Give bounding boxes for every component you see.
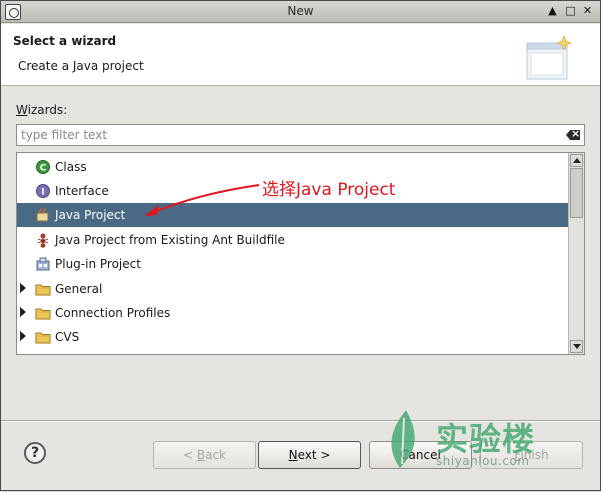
tree-item-java-project-ant[interactable]: Java Project from Existing Ant Buildfile xyxy=(17,228,568,252)
scroll-up-icon[interactable] xyxy=(570,154,583,167)
wizards-label: Wizards: xyxy=(16,103,68,117)
watermark-url: shiyanlou.com xyxy=(436,454,530,468)
watermark-leaf-icon xyxy=(391,410,415,468)
wizard-header: Select a wizard Create a Java project xyxy=(1,24,600,86)
expand-arrow-icon[interactable] xyxy=(20,283,26,293)
expand-arrow-icon[interactable] xyxy=(20,331,26,341)
tree-scrollbar[interactable] xyxy=(568,153,584,354)
scroll-thumb[interactable] xyxy=(570,168,583,218)
new-wizard-dialog: New ▲ □ ✕ Select a wizard Create a Java … xyxy=(0,0,601,491)
tree-item-general[interactable]: General xyxy=(17,277,568,301)
tree-item-connection-profiles[interactable]: Connection Profiles xyxy=(17,301,568,325)
next-button[interactable]: Next > xyxy=(258,441,361,469)
annotation-label: 选择Java Project xyxy=(262,180,396,200)
back-button[interactable]: < Back xyxy=(153,441,256,469)
watermark-logo: 实验楼 shiyanlou.com xyxy=(384,406,559,476)
window-title: New xyxy=(287,4,314,18)
page-title: Select a wizard xyxy=(13,34,117,48)
tree-item-cvs[interactable]: CVS xyxy=(17,325,568,349)
title-bar[interactable]: New ▲ □ ✕ xyxy=(1,1,600,23)
help-button[interactable]: ? xyxy=(24,442,46,464)
folder-icon xyxy=(35,308,51,320)
maximize-icon[interactable]: □ xyxy=(563,4,578,19)
folder-icon xyxy=(35,284,51,296)
interface-icon: I xyxy=(36,184,50,198)
scroll-down-icon[interactable] xyxy=(570,340,583,353)
shade-icon[interactable]: ▲ xyxy=(545,4,560,19)
class-icon: C xyxy=(36,160,50,174)
tree-item-plugin-project[interactable]: Plug-in Project xyxy=(17,252,568,276)
java-project-icon xyxy=(36,207,49,222)
close-icon[interactable]: ✕ xyxy=(580,4,595,19)
tree-item-java-project[interactable]: Java Project xyxy=(17,203,568,227)
wizard-banner-icon xyxy=(526,35,572,80)
folder-icon xyxy=(35,332,51,344)
ant-icon xyxy=(37,233,49,248)
filter-input[interactable] xyxy=(19,126,559,144)
svg-text:I: I xyxy=(41,188,44,198)
expand-arrow-icon[interactable] xyxy=(20,307,26,317)
filter-field[interactable] xyxy=(16,124,585,146)
svg-text:C: C xyxy=(40,164,47,174)
page-description: Create a Java project xyxy=(18,59,144,73)
clear-filter-icon[interactable] xyxy=(566,130,580,140)
plugin-project-icon xyxy=(36,257,50,271)
